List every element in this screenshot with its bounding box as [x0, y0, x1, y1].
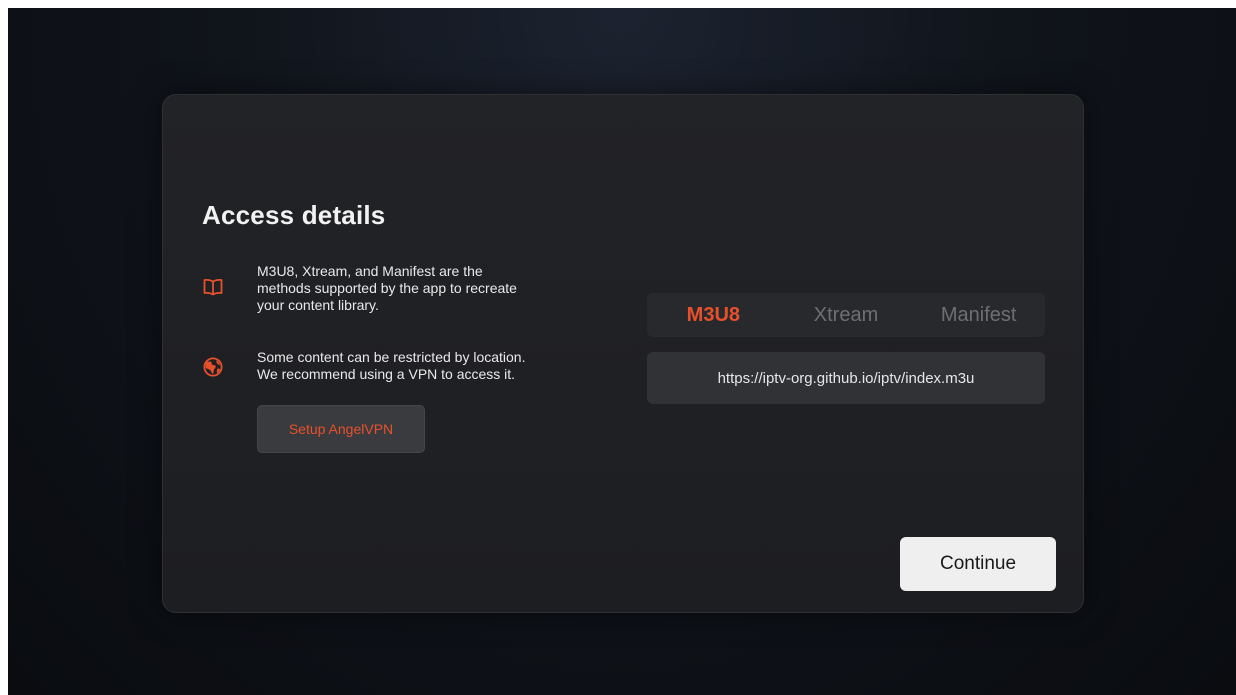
- continue-button[interactable]: Continue: [900, 537, 1056, 591]
- book-icon: [203, 277, 223, 297]
- tab-manifest[interactable]: Manifest: [912, 304, 1045, 327]
- globe-icon: [203, 357, 223, 377]
- source-type-tabs: M3U8 Xtream Manifest: [647, 293, 1045, 337]
- page-title: Access details: [202, 200, 386, 230]
- info-text-vpn: Some content can be restricted by locati…: [257, 349, 526, 382]
- info-location-restriction: Some content can be restricted by locati…: [203, 349, 597, 383]
- setup-vpn-button[interactable]: Setup AngelVPN: [257, 405, 425, 453]
- tab-xtream[interactable]: Xtream: [780, 304, 913, 327]
- tab-m3u8[interactable]: M3U8: [647, 304, 780, 327]
- playlist-url-input[interactable]: [647, 352, 1045, 404]
- info-text-methods: M3U8, Xtream, and Manifest are the metho…: [257, 263, 517, 313]
- app-screen: Access details M3U8, Xtream, and Manifes…: [8, 8, 1236, 695]
- info-supported-methods: M3U8, Xtream, and Manifest are the metho…: [203, 263, 597, 314]
- access-details-card: Access details M3U8, Xtream, and Manifes…: [162, 94, 1084, 613]
